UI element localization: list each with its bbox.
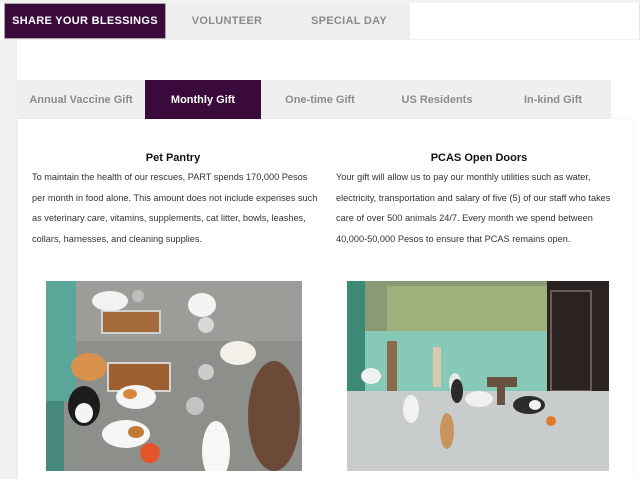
tab-in-kind-gift[interactable]: In-kind Gift — [495, 80, 611, 119]
pcas-open-doors-title: PCAS Open Doors — [430, 152, 528, 164]
pcas-open-doors-description: Your gift will allow us to pay our month… — [336, 172, 611, 244]
tab-annual-vaccine-gift[interactable]: Annual Vaccine Gift — [17, 80, 145, 119]
sub-tab-bar: Annual Vaccine Gift Monthly Gift One-tim… — [17, 80, 611, 119]
cat-shelter-photo — [347, 281, 609, 471]
pet-pantry-title: Pet Pantry — [145, 152, 201, 164]
gift-details: Pet Pantry To maintain the health of our… — [17, 119, 633, 479]
cats-eating-photo — [46, 281, 302, 471]
tab-special-day[interactable]: SPECIAL DAY — [288, 3, 410, 39]
tab-one-time-gift[interactable]: One-time Gift — [261, 80, 379, 119]
tab-monthly-gift[interactable]: Monthly Gift — [145, 80, 261, 119]
page: SHARE YOUR BLESSINGS VOLUNTEER SPECIAL D… — [0, 0, 640, 479]
top-tab-bar: SHARE YOUR BLESSINGS VOLUNTEER SPECIAL D… — [0, 3, 640, 40]
tab-us-residents[interactable]: US Residents — [379, 80, 495, 119]
tab-volunteer[interactable]: VOLUNTEER — [166, 3, 288, 39]
pet-pantry-description: To maintain the health of our rescues, P… — [32, 172, 318, 244]
tab-share-your-blessings[interactable]: SHARE YOUR BLESSINGS — [4, 3, 166, 39]
